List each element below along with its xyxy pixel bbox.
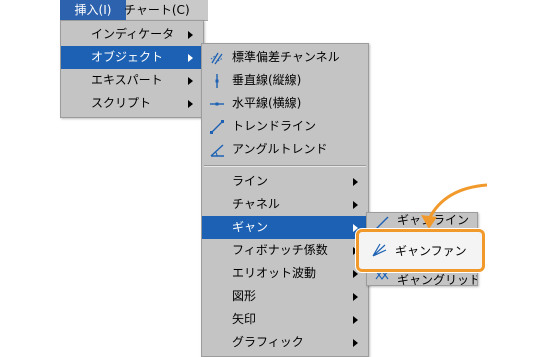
menu-item-fibonacci[interactable]: フィボナッチ係数	[202, 239, 368, 262]
submenu-arrow-icon	[353, 316, 358, 324]
submenu-arrow-icon	[188, 77, 193, 85]
menu-item-label: 矢印	[232, 312, 257, 326]
menu-item-expert[interactable]: エキスパート	[61, 69, 203, 92]
menu-item-graphic[interactable]: グラフィック	[202, 331, 368, 354]
submenu-arrow-icon	[188, 100, 193, 108]
menu-item-arrows[interactable]: 矢印	[202, 308, 368, 331]
menu-item-label: スクリプト	[91, 96, 152, 110]
menu-item-label: フィボナッチ係数	[232, 243, 328, 257]
angle-trend-icon	[209, 142, 225, 158]
menu-item-label: エキスパート	[91, 73, 163, 87]
menu-item-angle-trend[interactable]: アングルトレンド	[202, 138, 368, 161]
menu-separator	[204, 165, 366, 167]
menu-item-indicator[interactable]: インディケータ	[61, 23, 203, 46]
menu-item-std-deviation-channel[interactable]: 標準偏差チャンネル	[202, 46, 368, 69]
menu-item-trendline[interactable]: トレンドライン	[202, 115, 368, 138]
submenu-arrow-icon	[353, 201, 358, 209]
menu-item-label: インディケータ	[91, 27, 175, 41]
submenu-arrow-icon	[353, 293, 358, 301]
object-menu: 標準偏差チャンネル 垂直線(縦線) 水平線(横線) トレンドライン アングルトレ…	[201, 43, 369, 357]
menu-chart[interactable]: チャート(C)	[118, 0, 196, 20]
menu-item-label: 標準偏差チャンネル	[232, 50, 340, 64]
submenu-arrow-icon	[353, 270, 358, 278]
gann-fan-icon	[371, 242, 387, 258]
callout-arrow-icon	[421, 183, 488, 229]
menu-item-label: 垂直線(縦線)	[232, 73, 302, 87]
menu-item-label: 図形	[232, 289, 257, 303]
menu-item-label: エリオット波動	[232, 266, 317, 280]
insert-menu: インディケータ オブジェクト エキスパート スクリプト	[60, 20, 204, 118]
menu-item-label: トレンドライン	[232, 119, 317, 133]
menu-item-horizontal-line[interactable]: 水平線(横線)	[202, 92, 368, 115]
submenu-arrow-icon	[188, 31, 193, 39]
menu-item-gann[interactable]: ギャン	[202, 216, 368, 239]
horizontal-line-icon	[209, 96, 225, 112]
menu-item-label: ライン	[232, 174, 269, 188]
trendline-icon	[209, 119, 225, 135]
menu-insert[interactable]: 挿入(I)	[60, 0, 126, 20]
menu-item-label: ギャンファン	[395, 244, 467, 258]
menu-item-shapes[interactable]: 図形	[202, 285, 368, 308]
submenu-arrow-icon	[353, 178, 358, 186]
vertical-line-icon	[209, 73, 225, 89]
menu-item-object[interactable]: オブジェクト	[61, 46, 203, 69]
submenu-arrow-icon	[353, 339, 358, 347]
menu-bar: 挿入(I) チャート(C)	[60, 0, 208, 21]
menu-item-script[interactable]: スクリプト	[61, 92, 203, 115]
menu-item-label: アングルトレンド	[232, 142, 328, 156]
menu-item-vertical-line[interactable]: 垂直線(縦線)	[202, 69, 368, 92]
menu-item-elliott-wave[interactable]: エリオット波動	[202, 262, 368, 285]
menu-item-label: 水平線(横線)	[232, 96, 302, 110]
menu-item-channel[interactable]: チャネル	[202, 193, 368, 216]
menu-item-label: ギャン	[232, 220, 269, 234]
highlight-gann-fan[interactable]: ギャンファン	[356, 229, 485, 272]
std-deviation-channel-icon	[209, 50, 225, 66]
menu-item-label: チャネル	[232, 197, 280, 211]
menu-item-label: グラフィック	[232, 335, 304, 349]
menu-item-line[interactable]: ライン	[202, 170, 368, 193]
menu-item-label: オブジェクト	[91, 50, 164, 64]
submenu-arrow-icon	[188, 54, 193, 62]
